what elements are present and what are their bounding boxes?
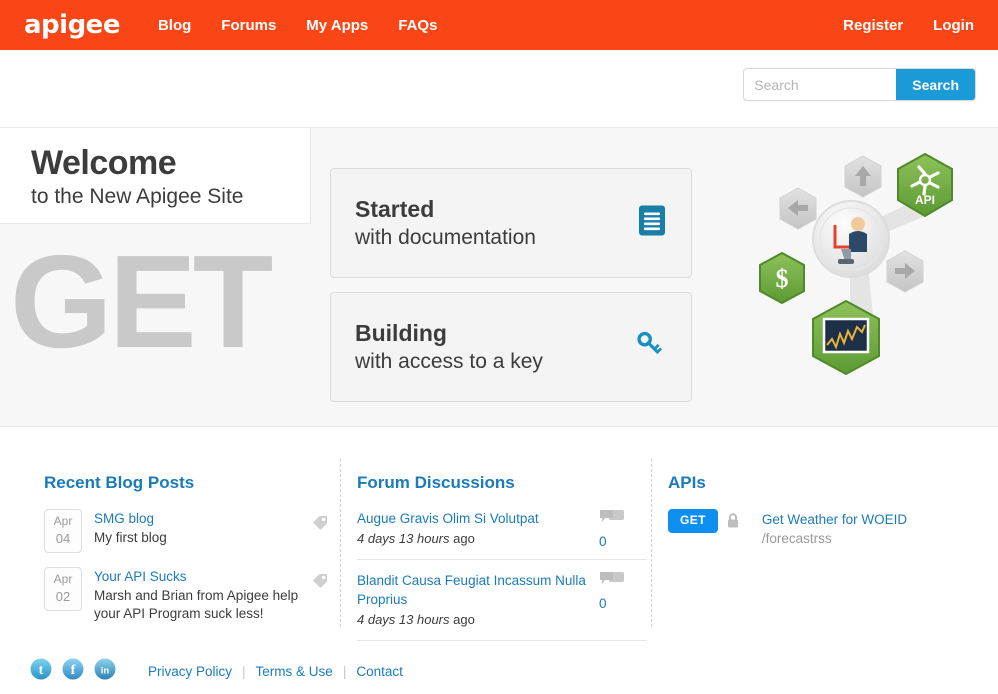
column-divider-left: [340, 459, 341, 627]
welcome-title: Welcome: [31, 144, 290, 182]
comment-bubble-icon: [599, 575, 625, 592]
card-subtitle: with documentation: [355, 224, 667, 252]
svg-text:$: $: [776, 264, 789, 293]
login-link[interactable]: Login: [933, 17, 974, 34]
forum-topic-time: 4 days 13 hours ago: [357, 610, 589, 629]
card-get-started[interactable]: Started with documentation: [330, 168, 692, 278]
blog-post-link[interactable]: Your API Sucks: [94, 567, 301, 586]
blog-column-title: Recent Blog Posts: [44, 473, 329, 493]
footer-separator: |: [242, 664, 246, 679]
contact-link[interactable]: Contact: [356, 664, 403, 679]
blog-date-month: Apr: [45, 571, 81, 588]
search-box: Search: [743, 68, 976, 101]
api-hexagon-diagram: API $: [750, 146, 970, 376]
forum-time-value: 4 days 13 hours: [357, 531, 450, 546]
blog-date-badge: Apr 02: [44, 567, 82, 611]
svg-text:in: in: [101, 666, 110, 677]
api-path: /forecastrss: [762, 529, 907, 548]
nav-item-forums[interactable]: Forums: [221, 17, 276, 34]
key-icon: [635, 330, 665, 365]
svg-text:t: t: [39, 663, 44, 678]
blog-post-description: Marsh and Brian from Apigee help your AP…: [94, 587, 301, 623]
footer: t f in Privacy Policy | Terms: [0, 649, 998, 694]
search-row: Search: [0, 50, 998, 127]
recent-blog-posts-column: Recent Blog Posts Apr 04 SMG blog My fir…: [44, 473, 329, 637]
search-input[interactable]: [744, 69, 896, 100]
facebook-icon[interactable]: f: [62, 658, 84, 685]
blog-post-link[interactable]: SMG blog: [94, 509, 301, 528]
api-hex-label: API: [915, 193, 935, 207]
forum-topic-link[interactable]: Blandit Causa Feugiat Incassum Nulla Pro…: [357, 571, 589, 609]
blog-list-item[interactable]: Apr 04 SMG blog My first blog: [44, 509, 329, 553]
blog-date-day: 02: [45, 588, 81, 606]
blog-date-month: Apr: [45, 513, 81, 530]
twitter-icon[interactable]: t: [30, 658, 52, 685]
card-subtitle: with access to a key: [355, 348, 667, 376]
comment-count-value: 0: [599, 596, 641, 611]
privacy-policy-link[interactable]: Privacy Policy: [148, 664, 232, 679]
welcome-subtitle: to the New Apigee Site: [31, 184, 290, 209]
content-bottom-mask: [0, 631, 998, 639]
terms-and-use-link[interactable]: Terms & Use: [256, 664, 333, 679]
tag-icon: [311, 514, 329, 537]
nav-item-faqs[interactable]: FAQs: [398, 17, 437, 34]
footer-separator: |: [343, 664, 347, 679]
api-texts: Get Weather for WOEID /forecastrss: [762, 509, 907, 548]
forum-comment-count: 0: [599, 509, 641, 549]
blog-list-item[interactable]: Apr 02 Your API Sucks Marsh and Brian fr…: [44, 567, 329, 623]
card-title: Building: [355, 318, 667, 348]
forum-time-value: 4 days 13 hours: [357, 612, 450, 627]
apis-column: APIs GET Get Weather for WOEID /forecast…: [668, 473, 968, 548]
blog-date-day: 04: [45, 530, 81, 548]
content-columns: Recent Blog Posts Apr 04 SMG blog My fir…: [0, 427, 998, 639]
forum-time-suffix: ago: [450, 612, 475, 627]
main-nav: Blog Forums My Apps FAQs: [158, 17, 437, 34]
linkedin-icon[interactable]: in: [94, 658, 116, 685]
forum-topic-time: 4 days 13 hours ago: [357, 529, 589, 548]
forum-time-suffix: ago: [450, 531, 475, 546]
card-start-building[interactable]: Building with access to a key: [330, 292, 692, 402]
http-verb-badge: GET: [668, 509, 718, 533]
forum-column-title: Forum Discussions: [357, 473, 647, 493]
blog-body: Your API Sucks Marsh and Brian from Apig…: [94, 567, 329, 623]
comment-count-value: 0: [599, 534, 641, 549]
hero-cards: Started with documentation Building with…: [330, 168, 692, 416]
footer-links: Privacy Policy | Terms & Use | Contact: [148, 664, 403, 679]
welcome-card: Welcome to the New Apigee Site: [0, 128, 311, 224]
blog-date-badge: Apr 04: [44, 509, 82, 553]
card-title: Started: [355, 194, 667, 224]
top-navigation-bar: apigee Blog Forums My Apps FAQs Register…: [0, 0, 998, 50]
apigee-logo[interactable]: apigee: [24, 10, 120, 40]
register-link[interactable]: Register: [843, 17, 903, 34]
forum-comment-count: 0: [599, 571, 641, 611]
forum-list-item[interactable]: Augue Gravis Olim Si Volutpat 4 days 13 …: [357, 509, 647, 560]
nav-item-blog[interactable]: Blog: [158, 17, 191, 34]
svg-text:f: f: [71, 663, 76, 678]
blog-body: SMG blog My first blog: [94, 509, 329, 553]
search-button[interactable]: Search: [896, 69, 975, 100]
document-icon: [639, 206, 665, 241]
auth-nav: Register Login: [843, 0, 974, 50]
tag-icon: [311, 572, 329, 595]
get-watermark-text: GET: [10, 236, 269, 368]
comment-bubble-icon: [599, 513, 625, 530]
api-column-title: APIs: [668, 473, 968, 493]
blog-post-description: My first blog: [94, 529, 301, 547]
api-list-item[interactable]: GET Get Weather for WOEID /forecastrss: [668, 509, 968, 548]
social-links: t f in: [30, 658, 116, 685]
lock-icon: [726, 513, 740, 534]
forum-topic-link[interactable]: Augue Gravis Olim Si Volutpat: [357, 509, 589, 528]
column-divider-right: [651, 459, 652, 627]
nav-item-my-apps[interactable]: My Apps: [306, 17, 368, 34]
hero-section: GET Welcome to the New Apigee Site Start…: [0, 127, 998, 427]
api-link[interactable]: Get Weather for WOEID: [762, 510, 907, 529]
